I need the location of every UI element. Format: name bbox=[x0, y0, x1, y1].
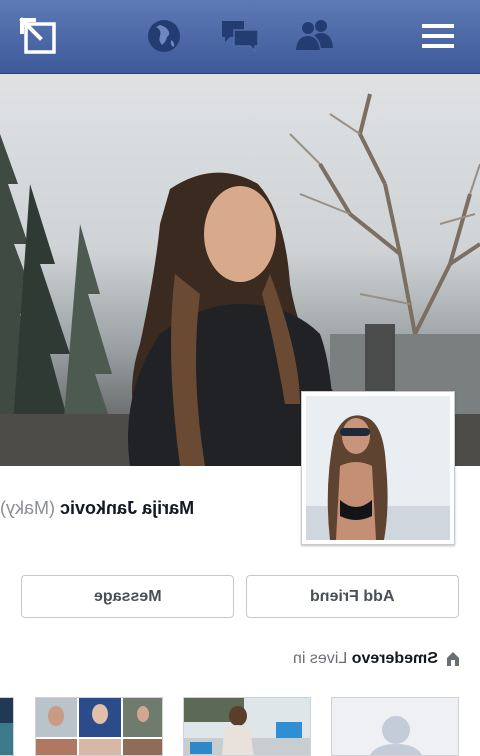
person-placeholder-icon bbox=[370, 716, 422, 755]
lives-in-row: Smederevo Lives in bbox=[270, 648, 460, 670]
profile-name-row: Marija Jankovic (Maky) bbox=[0, 498, 290, 519]
back-button[interactable] bbox=[16, 14, 60, 58]
profile-picture[interactable] bbox=[301, 391, 455, 545]
profile-picture-image bbox=[306, 396, 450, 540]
add-friend-button[interactable]: Add Friend bbox=[246, 575, 459, 618]
photo-collage-tile[interactable] bbox=[35, 697, 163, 756]
lives-in-prefix: Lives in bbox=[293, 650, 348, 667]
profile-nickname: (Maky) bbox=[0, 498, 55, 518]
globe-icon bbox=[148, 20, 180, 52]
messages-button[interactable] bbox=[218, 14, 262, 58]
profile-name: Marija Jankovic bbox=[60, 498, 195, 518]
top-navigation-bar bbox=[0, 0, 480, 74]
house-icon bbox=[447, 652, 459, 666]
menu-button[interactable] bbox=[416, 14, 460, 58]
photo-beach-tile[interactable] bbox=[183, 697, 311, 756]
back-arrow-icon bbox=[19, 17, 56, 54]
lives-in-city[interactable]: Smederevo bbox=[352, 650, 438, 667]
photo-placeholder-tile[interactable] bbox=[331, 697, 459, 756]
add-friend-button-label: Add Friend bbox=[310, 587, 395, 605]
friend-requests-button[interactable] bbox=[292, 14, 336, 58]
chat-icon bbox=[222, 21, 259, 53]
photo-strip bbox=[0, 697, 480, 756]
notifications-button[interactable] bbox=[142, 14, 186, 58]
message-button[interactable]: Message bbox=[21, 575, 234, 618]
menu-icon bbox=[422, 24, 454, 48]
lives-in-text: Smederevo Lives in bbox=[293, 650, 438, 668]
message-button-label: Message bbox=[93, 587, 162, 605]
photo-tile-partial[interactable] bbox=[0, 697, 14, 756]
friends-icon bbox=[296, 20, 333, 50]
